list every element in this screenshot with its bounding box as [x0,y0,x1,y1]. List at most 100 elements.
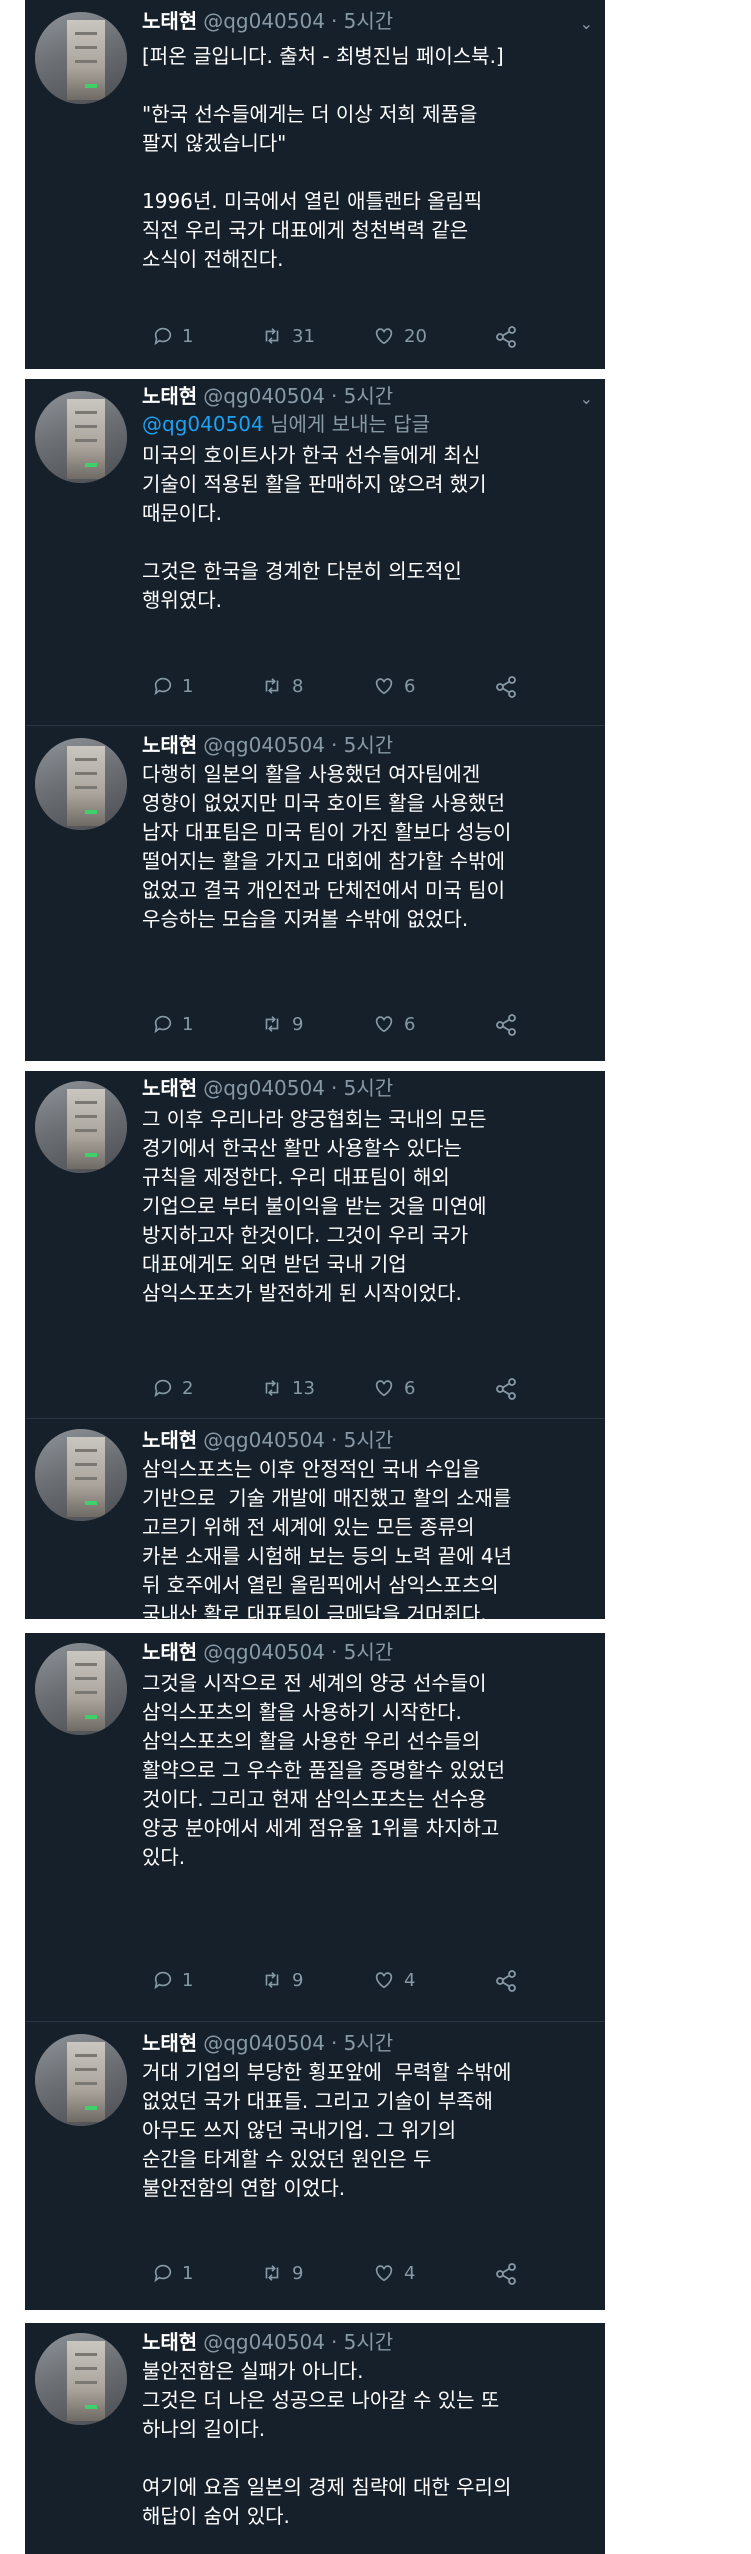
tweet-card-5: 노태현 @qg040504 · 5시간 거대 기업의 부당한 횡포앞에 무력할 수밖… [25,2021,605,2310]
tweet-time[interactable]: · 5시간 [331,2330,393,2354]
share-button[interactable] [494,2262,518,2286]
reply-button[interactable]: 1 [152,675,193,697]
like-button[interactable]: 6 [372,675,415,697]
tweet-header: 노태현 @qg040504 · 5시간 [142,383,393,409]
reply-button[interactable]: 1 [152,1969,193,1991]
avatar[interactable] [35,391,127,483]
tweet-text: 거대 기업의 부당한 횡포앞에 무력할 수밖에 없었던 국가 대표들. 그리고 … [142,2060,512,2200]
tweet-card-3: 노태현 @qg040504 · 5시간 그 이후 우리나라 양궁협회는 국내의 모든… [25,1071,605,1626]
avatar[interactable] [35,1429,127,1521]
tweet-time[interactable]: · 5시간 [331,1076,393,1100]
tweet-time[interactable]: · 5시간 [331,2031,393,2055]
tweet-time[interactable]: · 5시간 [331,1428,393,1452]
user-handle[interactable]: @qg040504 [203,9,325,33]
user-handle[interactable]: @qg040504 [203,384,325,408]
comment-icon [154,1971,172,1990]
tweet-4[interactable]: 노태현 @qg040504 · 5시간 그 이후 우리나라 양궁협회는 국내의 모든… [25,1071,605,1417]
tweet-text: 불안전함은 실패가 아니다. 그것은 더 나은 성공으로 나아갈 수 있는 또 … [142,2359,512,2528]
user-handle[interactable]: @qg040504 [203,2031,325,2055]
tweet-6[interactable]: 노태현 @qg040504 · 5시간 그것을 시작으로 전 세계의 양궁 선수들이… [25,1633,605,2021]
tweet-7[interactable]: 노태현 @qg040504 · 5시간 거대 기업의 부당한 횡포앞에 무력할 수밖… [25,2022,605,2310]
tweet-card-4: 노태현 @qg040504 · 5시간 그것을 시작으로 전 세계의 양궁 선수들이… [25,1633,605,2021]
reply-count: 1 [182,1013,194,1035]
tweet-header: 노태현 @qg040504 · 5시간 [142,2329,393,2355]
like-count: 6 [404,675,416,697]
retweet-button[interactable]: 31 [260,325,315,347]
like-count: 4 [404,2262,416,2284]
like-button[interactable]: 4 [372,2262,415,2284]
reply-count: 2 [182,1377,194,1399]
share-button[interactable] [494,1969,518,1993]
user-handle[interactable]: @qg040504 [203,1428,325,1452]
retweet-count: 9 [292,1969,304,1991]
tweet-time[interactable]: · 5시간 [331,384,393,408]
display-name[interactable]: 노태현 [142,1076,197,1100]
tweet-1[interactable]: 노태현 @qg040504 · 5시간 ⌄ [퍼온 글입니다. 출처 - 최병진님 … [25,0,605,369]
reply-mention-link[interactable]: @qg040504 [142,412,264,436]
tweet-time[interactable]: · 5시간 [331,733,393,757]
reply-count: 1 [182,675,194,697]
like-count: 4 [404,1969,416,1991]
chevron-down-icon[interactable]: ⌄ [580,389,593,409]
reply-count: 1 [182,1969,194,1991]
tweet-time[interactable]: · 5시간 [331,9,393,33]
reply-button[interactable]: 1 [152,325,193,347]
reply-button[interactable]: 1 [152,1013,193,1035]
retweet-count: 9 [292,1013,304,1035]
tweet-text: 다행히 일본의 활을 사용했던 여자팀에겐 영향이 없었지만 미국 호이트 활을… [142,762,512,931]
tweet-header: 노태현 @qg040504 · 5시간 [142,1075,393,1101]
tweet-3[interactable]: 노태현 @qg040504 · 5시간 다행히 일본의 활을 사용했던 여자팀에겐 … [25,726,605,1061]
comment-icon [154,2264,172,2283]
avatar[interactable] [35,12,127,104]
retweet-button[interactable]: 9 [260,1013,303,1035]
display-name[interactable]: 노태현 [142,1640,197,1664]
user-handle[interactable]: @qg040504 [203,2330,325,2354]
share-button[interactable] [494,325,518,349]
like-button[interactable]: 4 [372,1969,415,1991]
display-name[interactable]: 노태현 [142,9,197,33]
share-button[interactable] [494,1013,518,1037]
tweet-5[interactable]: 노태현 @qg040504 · 5시간 삼익스포츠는 이후 안정적인 국내 수입을 … [25,1419,605,1626]
avatar[interactable] [35,2333,127,2425]
retweet-icon [265,678,279,694]
tweet-text: [퍼온 글입니다. 출처 - 최병진님 페이스북.] "한국 선수들에게는 더 … [142,44,504,271]
avatar[interactable] [35,2034,127,2126]
share-icon [496,326,516,348]
tweet-time[interactable]: · 5시간 [331,1640,393,1664]
avatar[interactable] [35,738,127,830]
share-icon [496,1970,516,1992]
display-name[interactable]: 노태현 [142,1428,197,1452]
tweet-text: 미국의 호이트사가 한국 선수들에게 최신 기술이 적용된 활을 판매하지 않으… [142,443,487,612]
user-handle[interactable]: @qg040504 [203,1076,325,1100]
retweet-icon [265,2265,279,2281]
like-button[interactable]: 20 [372,325,427,347]
retweet-button[interactable]: 8 [260,675,303,697]
retweet-button[interactable]: 9 [260,1969,303,1991]
retweet-icon [265,1972,279,1988]
heart-icon [375,328,393,345]
user-handle[interactable]: @qg040504 [203,1640,325,1664]
reply-count: 1 [182,325,194,347]
share-icon [496,1014,516,1036]
user-handle[interactable]: @qg040504 [203,733,325,757]
tweet-8[interactable]: 노태현 @qg040504 · 5시간 불안전함은 실패가 아니다. 그것은 더 나… [25,2323,605,2554]
share-button[interactable] [494,1377,518,1401]
display-name[interactable]: 노태현 [142,2031,197,2055]
reply-button[interactable]: 1 [152,2262,193,2284]
display-name[interactable]: 노태현 [142,733,197,757]
share-button[interactable] [494,675,518,699]
like-button[interactable]: 6 [372,1377,415,1399]
retweet-button[interactable]: 9 [260,2262,303,2284]
like-button[interactable]: 6 [372,1013,415,1035]
tweet-2[interactable]: 노태현 @qg040504 · 5시간 ⌄ @qg040504 님에게 보내는 답글… [25,379,605,724]
heart-icon [375,1380,393,1397]
avatar[interactable] [35,1081,127,1173]
avatar[interactable] [35,1643,127,1735]
display-name[interactable]: 노태현 [142,384,197,408]
tweet-card-2: 노태현 @qg040504 · 5시간 ⌄ @qg040504 님에게 보내는 답글… [25,379,605,1061]
chevron-down-icon[interactable]: ⌄ [580,14,593,34]
reply-button[interactable]: 2 [152,1377,193,1399]
heart-icon [375,678,393,695]
retweet-button[interactable]: 13 [260,1377,315,1399]
display-name[interactable]: 노태현 [142,2330,197,2354]
